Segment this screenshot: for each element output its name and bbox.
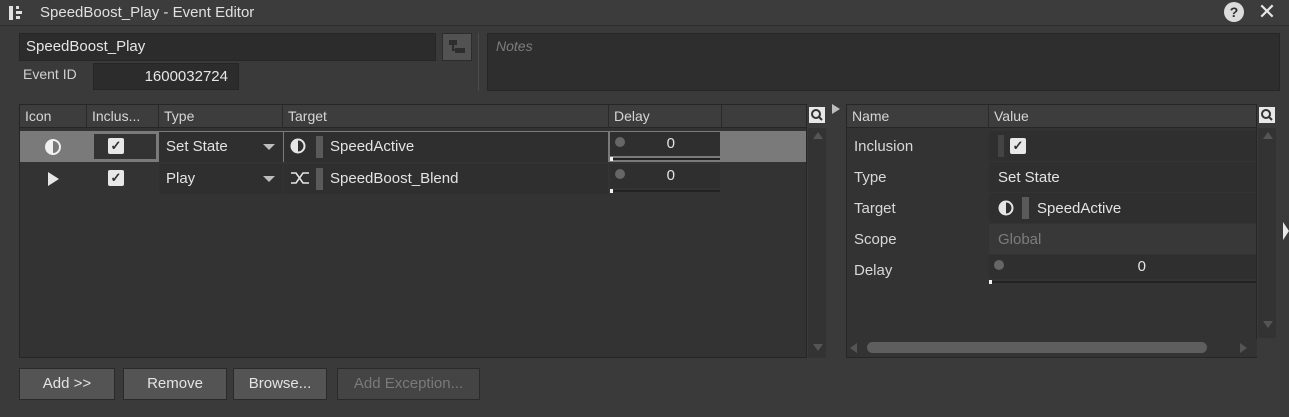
delay-slider-track xyxy=(610,190,720,192)
browse-button[interactable]: Browse... xyxy=(233,368,327,400)
property-name: Delay xyxy=(854,262,893,279)
column-icon[interactable]: Icon xyxy=(20,105,87,128)
property-row: Type Set State xyxy=(847,162,1256,193)
help-button[interactable]: ? xyxy=(1224,2,1244,22)
column-value[interactable]: Value xyxy=(989,105,1256,128)
column-delay[interactable]: Delay xyxy=(609,105,722,128)
target-name: SpeedActive xyxy=(330,138,415,155)
scroll-right-icon[interactable] xyxy=(1240,343,1247,353)
delay-field[interactable]: 0 xyxy=(989,255,1256,279)
inclusion-checkbox[interactable]: ✓ xyxy=(1010,138,1026,154)
add-button[interactable]: Add >> xyxy=(19,368,115,400)
property-row: Delay 0 xyxy=(847,255,1256,286)
column-type[interactable]: Type xyxy=(159,105,283,128)
property-value: Global xyxy=(989,224,1256,254)
delay-value: 0 xyxy=(666,167,675,184)
column-target[interactable]: Target xyxy=(283,105,609,128)
scroll-thumb[interactable] xyxy=(867,342,1207,353)
scroll-up-icon[interactable] xyxy=(813,132,823,139)
scroll-down-icon[interactable] xyxy=(1263,321,1273,328)
search-icon[interactable] xyxy=(1258,105,1276,127)
event-editor-icon xyxy=(8,4,28,22)
target-name: SpeedActive xyxy=(1037,200,1122,217)
type-value: Set State xyxy=(998,169,1060,186)
delay-knob-icon[interactable] xyxy=(994,260,1004,270)
state-icon xyxy=(998,200,1014,220)
property-name: Type xyxy=(854,169,887,186)
scroll-up-icon[interactable] xyxy=(1263,132,1273,139)
inclusion-checkbox[interactable]: ✓ xyxy=(108,170,124,186)
event-id-field[interactable]: 1600032724 xyxy=(93,63,239,90)
delay-slider-marker[interactable] xyxy=(989,280,992,284)
delay-slider-marker[interactable] xyxy=(610,189,613,193)
properties-header: Name Value xyxy=(847,105,1256,128)
target-color-bar xyxy=(1022,197,1029,219)
delay-field[interactable]: 0 xyxy=(610,132,720,156)
property-row: Inclusion ✓ xyxy=(847,131,1256,162)
type-dropdown[interactable]: Set State xyxy=(159,132,283,162)
expand-arrow-icon[interactable] xyxy=(1283,222,1289,240)
property-name: Inclusion xyxy=(854,138,914,155)
delay-slider-marker[interactable] xyxy=(610,157,613,161)
hierarchy-icon xyxy=(449,40,465,53)
delay-slider-track xyxy=(610,158,720,160)
play-icon xyxy=(20,163,86,194)
property-row: Target SpeedActive xyxy=(847,193,1256,224)
property-row: Scope Global xyxy=(847,224,1256,255)
inclusion-checkbox[interactable]: ✓ xyxy=(108,138,124,154)
type-dropdown[interactable]: Play xyxy=(159,164,283,194)
search-icon[interactable] xyxy=(808,105,826,127)
value-color-bar xyxy=(998,135,1004,157)
target-field[interactable]: SpeedBoost_Blend xyxy=(284,164,608,194)
add-exception-button[interactable]: Add Exception... xyxy=(337,368,480,400)
delay-field[interactable]: 0 xyxy=(610,164,720,188)
property-name: Target xyxy=(854,200,896,217)
inclusion-cell: ✓ xyxy=(94,166,156,191)
table-row[interactable]: ✓ Set State SpeedActive 0 xyxy=(20,131,806,162)
delay-value: 0 xyxy=(1137,258,1146,275)
property-name: Scope xyxy=(854,231,897,248)
chevron-down-icon xyxy=(263,176,275,182)
state-icon xyxy=(290,138,308,156)
remove-button[interactable]: Remove xyxy=(123,368,227,400)
scroll-left-icon[interactable] xyxy=(850,343,857,353)
target-field[interactable]: SpeedActive xyxy=(284,132,608,162)
blend-icon xyxy=(290,170,309,188)
event-name-field[interactable]: SpeedBoost_Play xyxy=(19,33,436,61)
property-value[interactable]: Set State xyxy=(989,162,1256,192)
notes-field[interactable]: Notes xyxy=(487,33,1280,91)
target-color-bar xyxy=(316,168,323,190)
chevron-down-icon xyxy=(263,144,275,150)
divider xyxy=(478,33,479,91)
column-name[interactable]: Name xyxy=(847,105,989,128)
set-state-icon xyxy=(20,131,86,162)
actions-header: Icon Inclus... Type Target Delay xyxy=(20,105,806,128)
properties-scrollbar[interactable] xyxy=(1258,128,1276,338)
delay-slider-track xyxy=(989,281,1256,283)
property-value[interactable]: SpeedActive xyxy=(989,193,1256,223)
target-name: SpeedBoost_Blend xyxy=(330,170,459,187)
window-title: SpeedBoost_Play - Event Editor xyxy=(40,4,255,21)
column-inclusion[interactable]: Inclus... xyxy=(87,105,159,128)
expand-arrow-icon[interactable] xyxy=(832,104,840,114)
delay-value: 0 xyxy=(666,135,675,152)
scroll-down-icon[interactable] xyxy=(813,344,823,351)
actions-scrollbar[interactable] xyxy=(808,128,826,358)
hierarchy-button[interactable] xyxy=(442,33,472,61)
delay-knob-icon[interactable] xyxy=(615,169,625,179)
inclusion-cell: ✓ xyxy=(94,134,156,159)
close-button[interactable]: ✕ xyxy=(1255,0,1279,24)
properties-hscrollbar[interactable] xyxy=(847,339,1257,357)
scope-value: Global xyxy=(998,231,1042,248)
target-color-bar xyxy=(316,136,323,158)
table-row[interactable]: ✓ Play SpeedBoost_Blend 0 xyxy=(20,163,806,194)
type-value: Set State xyxy=(166,138,228,155)
event-id-label: Event ID xyxy=(23,66,77,82)
delay-knob-icon[interactable] xyxy=(615,137,625,147)
property-value[interactable]: ✓ xyxy=(989,131,1256,161)
type-value: Play xyxy=(166,170,196,187)
